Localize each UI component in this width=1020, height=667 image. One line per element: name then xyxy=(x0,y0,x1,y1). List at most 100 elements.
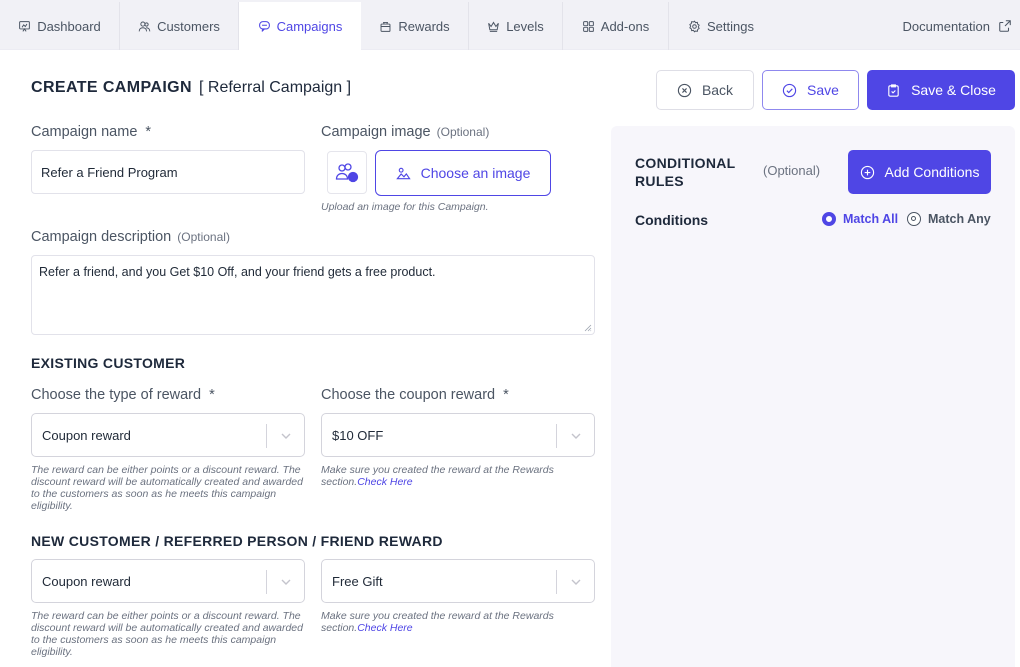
tab-campaigns[interactable]: Campaigns xyxy=(239,2,361,50)
campaign-description-label-text: Campaign description xyxy=(31,229,172,245)
title-line-2: RULES xyxy=(635,173,684,189)
existing-reward-type-select[interactable]: Coupon reward xyxy=(31,413,305,457)
tab-label: Add-ons xyxy=(600,18,650,34)
selected-value: $10 OFF xyxy=(332,427,384,443)
tab-levels[interactable]: Levels xyxy=(469,2,563,50)
optional-tag: (Optional) xyxy=(177,230,230,244)
documentation-label: Documentation xyxy=(902,18,990,34)
chevron-down-icon xyxy=(281,579,291,585)
choose-image-button[interactable]: Choose an image xyxy=(375,150,551,196)
campaign-type-subtitle: [ Referral Campaign ] xyxy=(199,79,352,96)
coupon-hint-text: Make sure you created the reward at the … xyxy=(321,610,554,634)
external-link-icon xyxy=(999,20,1011,32)
radio-selected-icon xyxy=(822,212,836,226)
top-nav: Dashboard Customers Campaigns Rewards Le… xyxy=(0,0,1020,50)
resize-handle-icon[interactable] xyxy=(584,324,592,332)
tab-label: Dashboard xyxy=(37,18,101,34)
select-separator xyxy=(556,424,557,448)
radio-unselected-icon xyxy=(907,212,921,226)
gear-icon xyxy=(689,20,700,32)
tab-settings[interactable]: Settings xyxy=(669,2,773,50)
save-label: Save xyxy=(807,82,839,98)
tab-label: Customers xyxy=(157,18,220,34)
chevron-down-icon xyxy=(571,579,581,585)
existing-reward-type-hint: The reward can be either points or a dis… xyxy=(31,464,303,512)
users-icon xyxy=(138,21,151,31)
optional-tag: (Optional) xyxy=(436,125,490,139)
reward-type-label-text: Choose the type of reward xyxy=(31,387,202,403)
required-mark: * xyxy=(209,387,215,403)
documentation-link[interactable]: Documentation xyxy=(903,2,1012,50)
select-separator xyxy=(556,570,557,594)
add-conditions-label: Add Conditions xyxy=(884,164,980,180)
coupon-label-text: Choose the coupon reward xyxy=(321,387,496,403)
campaign-name-label-text: Campaign name xyxy=(31,124,138,140)
chevron-down-icon xyxy=(571,433,581,439)
save-and-close-label: Save & Close xyxy=(911,82,996,98)
friend-reward-type-select[interactable]: Coupon reward xyxy=(31,559,305,603)
chat-bubble-icon xyxy=(258,20,270,32)
tab-add-ons[interactable]: Add-ons xyxy=(563,2,669,50)
chevron-down-icon xyxy=(281,433,291,439)
tab-rewards[interactable]: Rewards xyxy=(361,2,469,50)
presentation-chart-icon xyxy=(19,20,31,32)
existing-coupon-hint: Make sure you created the reward at the … xyxy=(321,464,571,488)
friend-reward-title: NEW CUSTOMER / REFERRED PERSON / FRIEND … xyxy=(31,533,443,549)
optional-tag: (Optional) xyxy=(763,163,821,178)
conditional-rules-panel: CONDITIONAL RULES (Optional) Add Conditi… xyxy=(611,126,1015,667)
campaign-description-label: Campaign description (Optional) xyxy=(31,229,230,245)
match-any-radio[interactable]: Match Any xyxy=(907,212,991,226)
clipboard-check-icon xyxy=(888,83,899,97)
campaign-description-value: Refer a friend, and you Get $10 Off, and… xyxy=(39,265,436,279)
choose-image-label: Choose an image xyxy=(420,165,531,181)
selected-value: Free Gift xyxy=(332,573,383,589)
tab-label: Levels xyxy=(506,18,544,34)
required-mark: * xyxy=(503,387,509,403)
grid-icon xyxy=(582,20,594,32)
referral-users-icon xyxy=(335,162,359,182)
tab-label: Settings xyxy=(707,18,754,34)
conditions-label: Conditions xyxy=(635,212,709,228)
friend-coupon-hint: Make sure you created the reward at the … xyxy=(321,610,571,634)
selected-value: Coupon reward xyxy=(42,573,131,589)
campaign-description-textarea[interactable]: Refer a friend, and you Get $10 Off, and… xyxy=(31,255,595,335)
selected-value: Coupon reward xyxy=(42,427,131,443)
match-any-label: Match Any xyxy=(928,212,991,226)
tab-label: Rewards xyxy=(398,18,450,34)
campaign-image-preview xyxy=(327,151,367,194)
plus-circle-icon xyxy=(860,165,874,179)
match-all-radio[interactable]: Match All xyxy=(822,212,898,226)
campaign-image-hint: Upload an image for this Campaign. xyxy=(321,201,489,213)
add-conditions-button[interactable]: Add Conditions xyxy=(848,150,991,194)
check-here-link[interactable]: Check Here xyxy=(357,622,412,634)
check-here-link[interactable]: Check Here xyxy=(357,476,412,488)
close-circle-icon xyxy=(677,83,692,97)
back-button[interactable]: Back xyxy=(656,70,754,110)
campaign-image-label: Campaign image (Optional) xyxy=(321,124,489,140)
campaign-image-label-text: Campaign image xyxy=(321,124,431,140)
gift-icon xyxy=(380,21,391,32)
save-and-close-button[interactable]: Save & Close xyxy=(867,70,1015,110)
existing-reward-type-label: Choose the type of reward * xyxy=(31,387,215,403)
match-all-label: Match All xyxy=(843,212,899,226)
save-button[interactable]: Save xyxy=(762,70,859,110)
tab-customers[interactable]: Customers xyxy=(120,2,239,50)
page-title: CREATE CAMPAIGN xyxy=(31,79,192,96)
select-separator xyxy=(266,424,267,448)
image-icon xyxy=(395,167,411,179)
campaign-name-label: Campaign name * xyxy=(31,124,151,140)
existing-coupon-select[interactable]: $10 OFF xyxy=(321,413,595,457)
tab-label: Campaigns xyxy=(276,18,343,34)
tab-dashboard[interactable]: Dashboard xyxy=(0,2,120,50)
back-label: Back xyxy=(701,82,734,98)
existing-coupon-label: Choose the coupon reward * xyxy=(321,387,509,403)
crown-icon xyxy=(488,20,500,32)
select-separator xyxy=(266,570,267,594)
friend-coupon-select[interactable]: Free Gift xyxy=(321,559,595,603)
check-circle-icon xyxy=(782,83,797,97)
required-mark: * xyxy=(145,124,152,140)
friend-reward-type-hint: The reward can be either points or a dis… xyxy=(31,610,303,658)
coupon-hint-text: Make sure you created the reward at the … xyxy=(321,464,554,488)
campaign-name-input[interactable]: Refer a Friend Program xyxy=(31,150,305,194)
title-line-1: CONDITIONAL xyxy=(635,155,736,171)
